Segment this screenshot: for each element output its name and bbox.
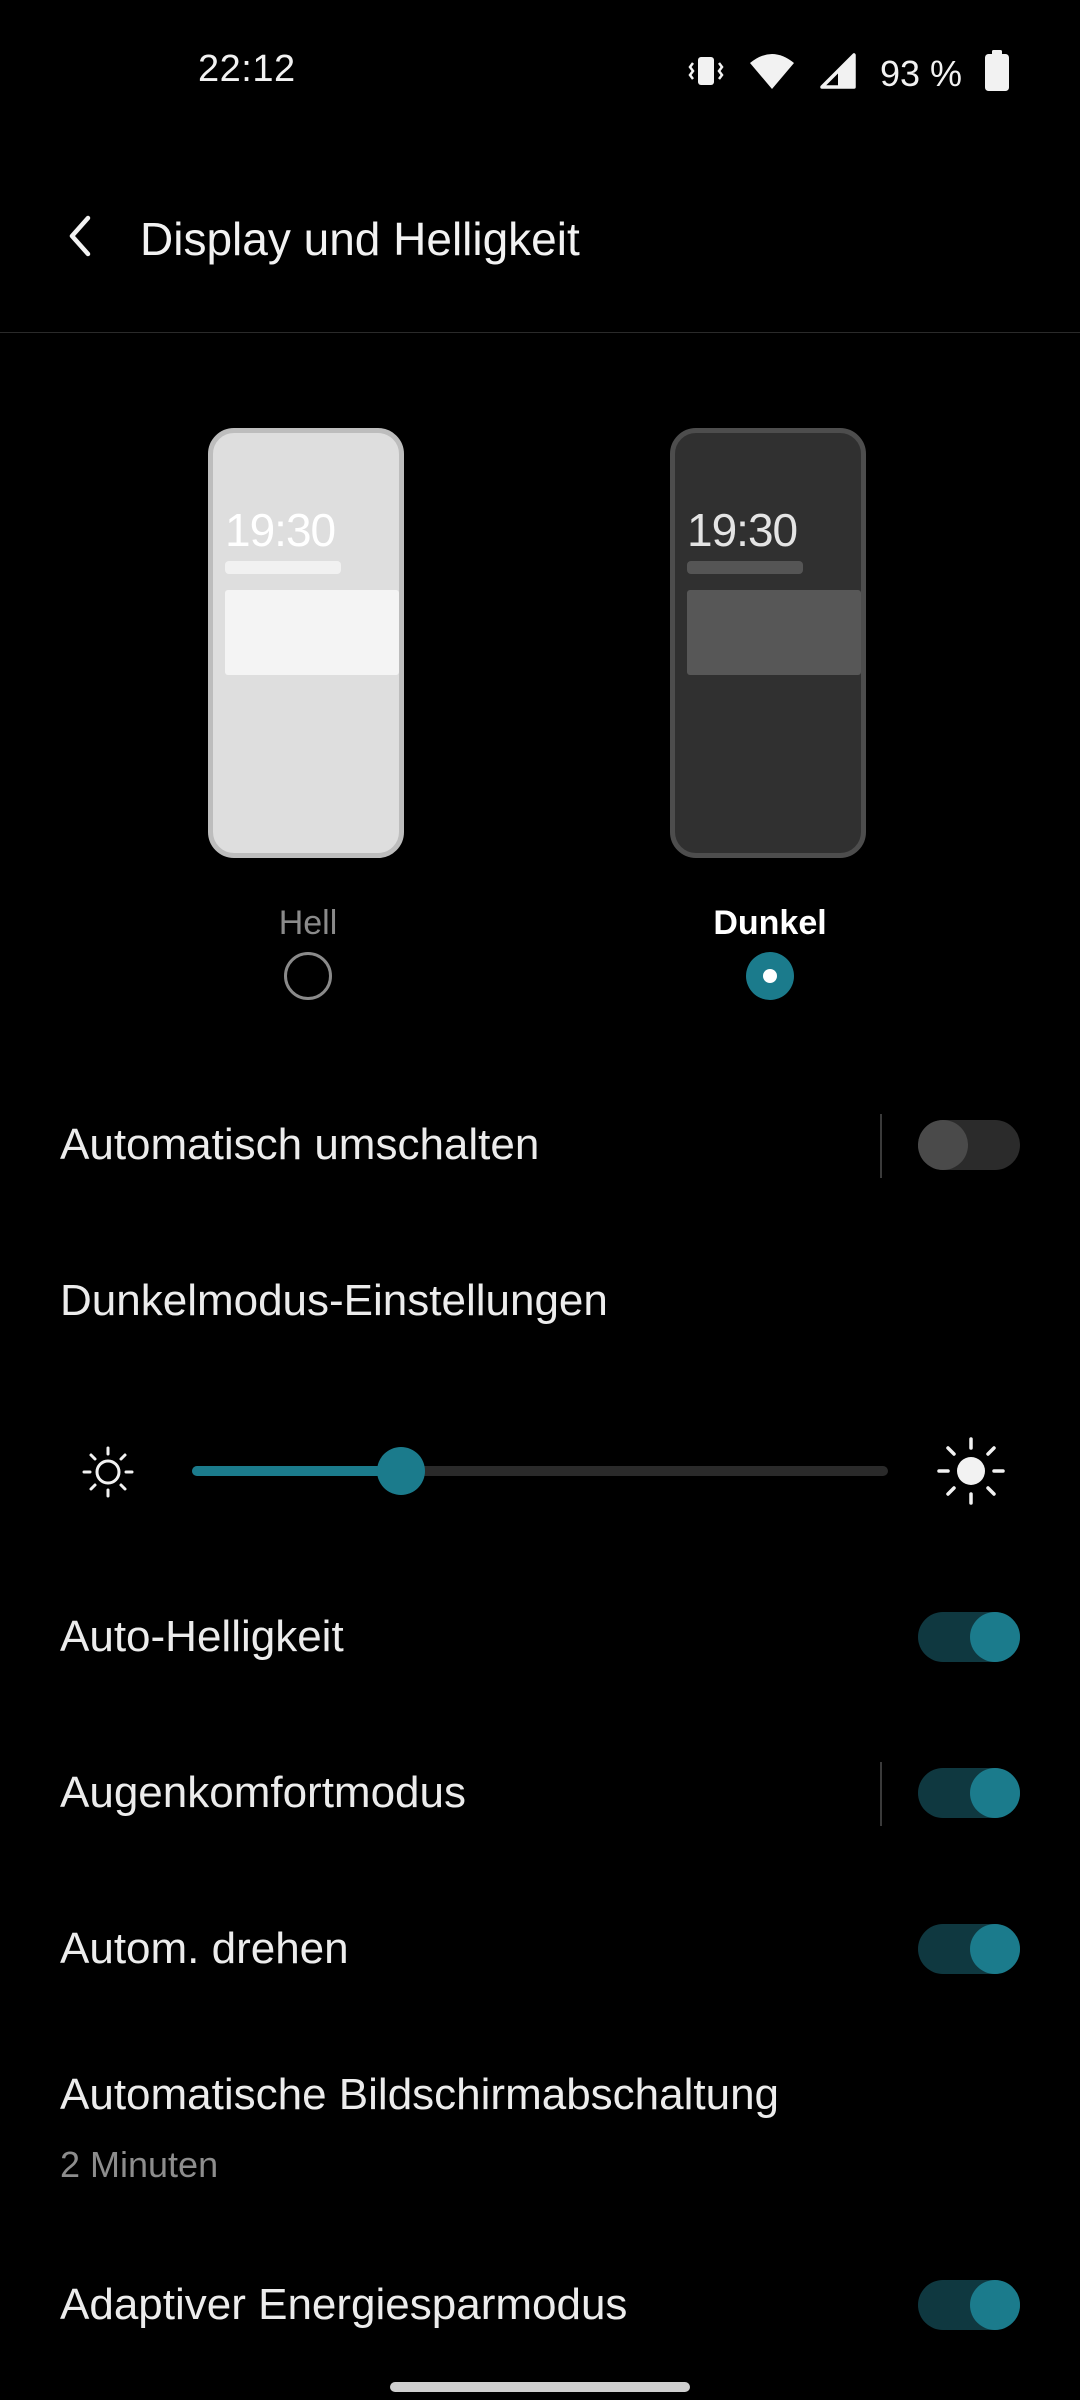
brightness-slider-fill: [192, 1466, 401, 1476]
eye-comfort-toggle[interactable]: [918, 1768, 1020, 1818]
status-icons: 93 %: [686, 50, 1010, 97]
cellular-signal-icon: [818, 51, 858, 96]
brightness-slider[interactable]: [192, 1447, 888, 1495]
preview-bar: [687, 561, 803, 574]
auto-switch-label[interactable]: Automatisch umschalten: [60, 1120, 539, 1170]
chevron-left-icon: [64, 212, 96, 265]
radio-selected-dot: [763, 969, 777, 983]
adaptive-power-label[interactable]: Adaptiver Energiesparmodus: [60, 2280, 627, 2330]
eye-comfort-label[interactable]: Augenkomfortmodus: [60, 1768, 466, 1818]
light-theme-radio[interactable]: [284, 952, 332, 1000]
battery-percent: 93 %: [879, 52, 962, 94]
toggle-knob: [970, 2280, 1020, 2330]
screen-timeout-item[interactable]: Automatische Bildschirmabschaltung: [60, 2070, 779, 2120]
auto-rotate-toggle[interactable]: [918, 1924, 1020, 1974]
toggle-knob: [970, 1612, 1020, 1662]
status-time: 22:12: [198, 48, 296, 90]
toggle-knob: [970, 1924, 1020, 1974]
battery-icon: [984, 50, 1010, 97]
row-separator: [880, 1114, 882, 1178]
auto-brightness-toggle[interactable]: [918, 1612, 1020, 1662]
back-button[interactable]: [52, 208, 108, 268]
light-theme-preview[interactable]: 19:30: [208, 428, 404, 858]
preview-bar: [225, 561, 341, 574]
row-separator: [880, 1762, 882, 1826]
dark-theme-preview[interactable]: 19:30: [670, 428, 866, 858]
screen-timeout-value: 2 Minuten: [60, 2144, 219, 2185]
preview-clock: 19:30: [225, 504, 336, 556]
auto-rotate-label[interactable]: Autom. drehen: [60, 1924, 349, 1974]
adaptive-power-toggle[interactable]: [918, 2280, 1020, 2330]
toggle-knob: [918, 1120, 968, 1170]
preview-card: [687, 590, 861, 675]
brightness-slider-thumb[interactable]: [376, 1447, 425, 1495]
auto-switch-toggle[interactable]: [918, 1120, 1020, 1170]
toggle-knob: [970, 1768, 1020, 1818]
dark-theme-label: Dunkel: [713, 904, 827, 942]
vibrate-icon: [686, 51, 726, 96]
sun-filled-icon: [936, 1436, 1006, 1511]
dark-theme-radio[interactable]: [746, 952, 794, 1000]
auto-brightness-label[interactable]: Auto-Helligkeit: [60, 1612, 344, 1662]
preview-card: [225, 590, 399, 675]
light-theme-label: Hell: [278, 904, 338, 942]
home-indicator[interactable]: [390, 2382, 690, 2392]
preview-clock: 19:30: [687, 504, 798, 556]
wifi-icon: [748, 51, 796, 96]
dark-mode-settings-item[interactable]: Dunkelmodus-Einstellungen: [60, 1276, 608, 1326]
header-divider: [0, 332, 1080, 333]
page-title: Display und Helligkeit: [140, 213, 580, 265]
sun-outline-icon: [80, 1444, 136, 1505]
